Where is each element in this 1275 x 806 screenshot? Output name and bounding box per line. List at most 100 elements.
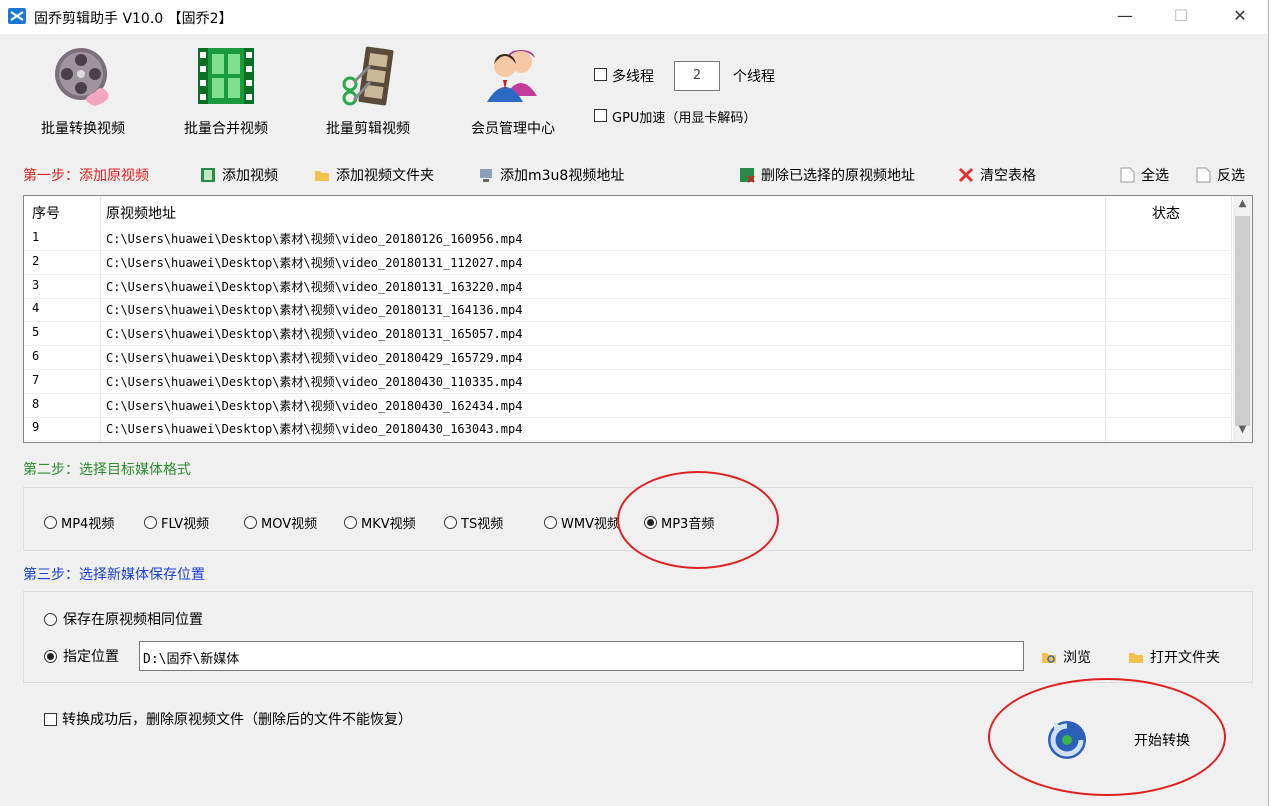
format-radio[interactable] xyxy=(144,516,157,529)
add-folder-button[interactable]: 添加视频文件夹 xyxy=(314,165,434,185)
row-path: C:\Users\huawei\Desktop\素材\视频\video_2018… xyxy=(106,232,523,246)
format-radio[interactable] xyxy=(344,516,357,529)
row-index: 9 xyxy=(32,420,40,435)
format-radio[interactable] xyxy=(444,516,457,529)
network-icon xyxy=(478,167,494,183)
column-header-status[interactable]: 状态 xyxy=(1152,203,1180,223)
add-video-label: 添加视频 xyxy=(222,168,278,184)
row-path: C:\Users\huawei\Desktop\素材\视频\video_2018… xyxy=(106,351,523,365)
delete-selected-label: 删除已选择的原视频地址 xyxy=(761,168,915,184)
close-icon xyxy=(958,167,974,183)
maximize-button[interactable]: ☐ xyxy=(1166,6,1196,28)
add-folder-label: 添加视频文件夹 xyxy=(336,168,434,184)
open-folder-button[interactable]: 打开文件夹 xyxy=(1128,647,1220,667)
table-row[interactable]: 2 C:\Users\huawei\Desktop\素材\视频\video_201… xyxy=(24,250,1234,275)
film-scissors-icon xyxy=(336,44,400,108)
save-same-option[interactable]: 保存在原视频相同位置 xyxy=(44,609,203,629)
browse-folder-icon xyxy=(1041,649,1057,665)
table-row[interactable]: 5 C:\Users\huawei\Desktop\素材\视频\video_201… xyxy=(24,321,1234,347)
multithread-checkbox[interactable] xyxy=(594,68,607,81)
member-center-button[interactable]: 会员管理中心 xyxy=(453,44,573,138)
format-option[interactable]: MKV视频 xyxy=(344,513,416,532)
member-center-label: 会员管理中心 xyxy=(471,121,555,137)
batch-edit-button[interactable]: 批量剪辑视频 xyxy=(308,44,428,138)
add-video-button[interactable]: 添加视频 xyxy=(200,165,278,185)
app-window: 固乔剪辑助手 V10.0 【固乔2】 — ☐ ✕ 批量转换视频 批量合并视频 批… xyxy=(0,0,1269,806)
delete-after-label: 转换成功后，删除原视频文件（删除后的文件不能恢复） xyxy=(62,712,412,728)
save-custom-label: 指定位置 xyxy=(63,649,119,665)
format-option[interactable]: WMV视频 xyxy=(544,513,620,532)
row-path: C:\Users\huawei\Desktop\素材\视频\video_2018… xyxy=(106,374,523,389)
save-path-input[interactable]: D:\固乔\新媒体 xyxy=(139,641,1024,671)
table-header: 序号 原视频地址 状态 xyxy=(24,196,1234,226)
format-label: MOV视频 xyxy=(261,517,318,532)
users-icon xyxy=(481,44,545,108)
format-option[interactable]: TS视频 xyxy=(444,513,503,532)
row-index: 3 xyxy=(32,277,40,292)
table-row[interactable]: 6 C:\Users\huawei\Desktop\素材\视频\video_201… xyxy=(24,345,1234,370)
thread-unit-label: 个线程 xyxy=(733,69,775,85)
delete-selected-button[interactable]: 删除已选择的原视频地址 xyxy=(739,165,915,185)
table-row[interactable]: 8 C:\Users\huawei\Desktop\素材\视频\video_201… xyxy=(24,393,1234,418)
table-row[interactable]: 1 C:\Users\huawei\Desktop\素材\视频\video_201… xyxy=(24,226,1234,251)
format-option[interactable]: MP4视频 xyxy=(44,513,114,532)
scroll-down-icon[interactable]: ▼ xyxy=(1233,424,1252,442)
open-folder-label: 打开文件夹 xyxy=(1150,650,1220,666)
step3-label: 第三步：选择新媒体保存位置 xyxy=(23,567,205,583)
window-title: 固乔剪辑助手 V10.0 【固乔2】 xyxy=(34,11,233,27)
batch-merge-label: 批量合并视频 xyxy=(184,121,268,137)
gpu-checkbox[interactable] xyxy=(594,109,607,122)
scroll-up-icon[interactable]: ▲ xyxy=(1233,198,1252,216)
batch-convert-label: 批量转换视频 xyxy=(41,121,125,137)
column-header-index[interactable]: 序号 xyxy=(32,203,60,223)
scrollbar-thumb[interactable] xyxy=(1235,216,1250,426)
step2-label: 第二步：选择目标媒体格式 xyxy=(23,462,191,478)
add-m3u8-button[interactable]: 添加m3u8视频地址 xyxy=(478,165,624,185)
open-folder-icon xyxy=(1128,649,1144,665)
invert-selection-button[interactable]: 反选 xyxy=(1195,165,1245,185)
select-all-label: 全选 xyxy=(1141,168,1169,184)
table-row[interactable]: 3 C:\Users\huawei\Desktop\素材\视频\video_201… xyxy=(24,274,1234,299)
film-reel-icon xyxy=(51,44,115,108)
table-row[interactable]: 4 C:\Users\huawei\Desktop\素材\视频\video_201… xyxy=(24,297,1234,323)
add-m3u8-label: 添加m3u8视频地址 xyxy=(500,168,625,184)
column-header-path[interactable]: 原视频地址 xyxy=(106,203,176,223)
batch-convert-button[interactable]: 批量转换视频 xyxy=(23,44,143,138)
table-scrollbar[interactable]: ▲ ▼ xyxy=(1233,196,1252,442)
table-row[interactable]: 9 C:\Users\huawei\Desktop\素材\视频\video_201… xyxy=(24,416,1234,442)
delete-after-checkbox[interactable] xyxy=(44,712,57,726)
app-icon xyxy=(8,8,26,24)
format-label: MKV视频 xyxy=(361,517,416,532)
save-custom-option[interactable]: 指定位置 xyxy=(44,646,119,666)
video-table[interactable]: 序号 原视频地址 状态 1 C:\Users\huawei\Desktop\素材\… xyxy=(23,195,1253,443)
format-label: FLV视频 xyxy=(161,517,210,532)
close-button[interactable]: ✕ xyxy=(1225,6,1255,28)
format-option[interactable]: FLV视频 xyxy=(144,513,209,532)
table-row[interactable]: 7 C:\Users\huawei\Desktop\素材\视频\video_201… xyxy=(24,369,1234,394)
row-path: C:\Users\huawei\Desktop\素材\视频\video_2018… xyxy=(106,303,523,318)
row-index: 5 xyxy=(32,325,40,340)
folder-icon xyxy=(314,167,330,183)
format-label: TS视频 xyxy=(461,517,504,532)
browse-button[interactable]: 浏览 xyxy=(1041,647,1091,667)
format-label: WMV视频 xyxy=(561,517,620,532)
delete-after-option[interactable]: 转换成功后，删除原视频文件（删除后的文件不能恢复） xyxy=(44,709,412,729)
format-label: MP4视频 xyxy=(61,517,115,532)
select-all-button[interactable]: 全选 xyxy=(1119,165,1169,185)
batch-edit-label: 批量剪辑视频 xyxy=(326,121,410,137)
document-icon xyxy=(1119,167,1135,183)
save-same-label: 保存在原视频相同位置 xyxy=(63,612,203,628)
clear-table-button[interactable]: 清空表格 xyxy=(958,165,1036,185)
format-option[interactable]: MOV视频 xyxy=(244,513,317,532)
clear-table-label: 清空表格 xyxy=(980,168,1036,184)
minimize-button[interactable]: — xyxy=(1110,6,1140,28)
save-same-radio[interactable] xyxy=(44,612,57,626)
format-radio[interactable] xyxy=(544,516,557,529)
batch-merge-button[interactable]: 批量合并视频 xyxy=(166,44,286,138)
delete-video-icon xyxy=(739,167,755,183)
thread-count-input[interactable]: 2 xyxy=(674,61,720,91)
save-custom-radio[interactable] xyxy=(44,649,57,663)
format-radio[interactable] xyxy=(44,516,57,529)
row-index: 6 xyxy=(32,349,40,363)
format-radio[interactable] xyxy=(244,516,257,529)
